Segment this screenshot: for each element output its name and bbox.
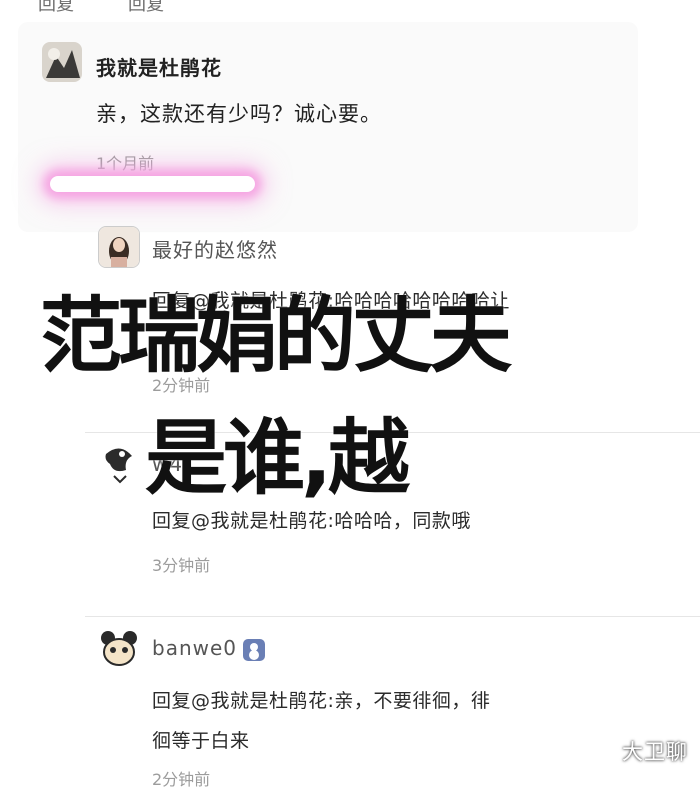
- avatar-panda-icon: [98, 628, 140, 670]
- overlay-title-line2: 是谁,越: [145, 411, 410, 506]
- top-fragment-left: 回复: [38, 0, 74, 15]
- reply-text-3-line2: 徊等于白来: [152, 730, 250, 752]
- reply-username-3-text: banwe0: [152, 636, 238, 660]
- comment-time: 1个月前: [96, 154, 155, 173]
- reply-time-2: 3分钟前: [152, 556, 211, 575]
- comment-text: 亲，这款还有少吗？诚心要。: [96, 102, 382, 126]
- reply-avatar-2[interactable]: [100, 440, 140, 484]
- reply-time-3: 2分钟前: [152, 770, 211, 789]
- reply-username-1[interactable]: 最好的赵悠然: [152, 234, 278, 263]
- watermark: 大卫聊: [622, 740, 688, 764]
- comment-username[interactable]: 我就是杜鹃花: [96, 52, 222, 81]
- reply-avatar-1[interactable]: [98, 226, 140, 268]
- avatar-bird-icon: [100, 440, 140, 484]
- reply-avatar-3[interactable]: [98, 628, 140, 670]
- highlight-stroke: [50, 176, 255, 192]
- overlay-title-line1: 范瑞娟的丈夫: [40, 289, 512, 384]
- reply-username-3[interactable]: banwe0: [152, 636, 266, 661]
- reply-text-2: 回复@我就是杜鹃花:哈哈哈，同款哦: [152, 510, 471, 532]
- verified-badge-icon: [243, 638, 266, 661]
- avatar-portrait-icon: [99, 227, 139, 267]
- divider-2: [85, 616, 700, 617]
- top-fragment: 回复 回复: [0, 0, 700, 18]
- avatar-image-icon: [42, 42, 82, 82]
- top-fragment-right: 回复: [128, 0, 164, 15]
- reply-text-3-line1: 回复@我就是杜鹃花:亲，不要徘徊，徘: [152, 690, 491, 712]
- comment-avatar[interactable]: [42, 42, 82, 82]
